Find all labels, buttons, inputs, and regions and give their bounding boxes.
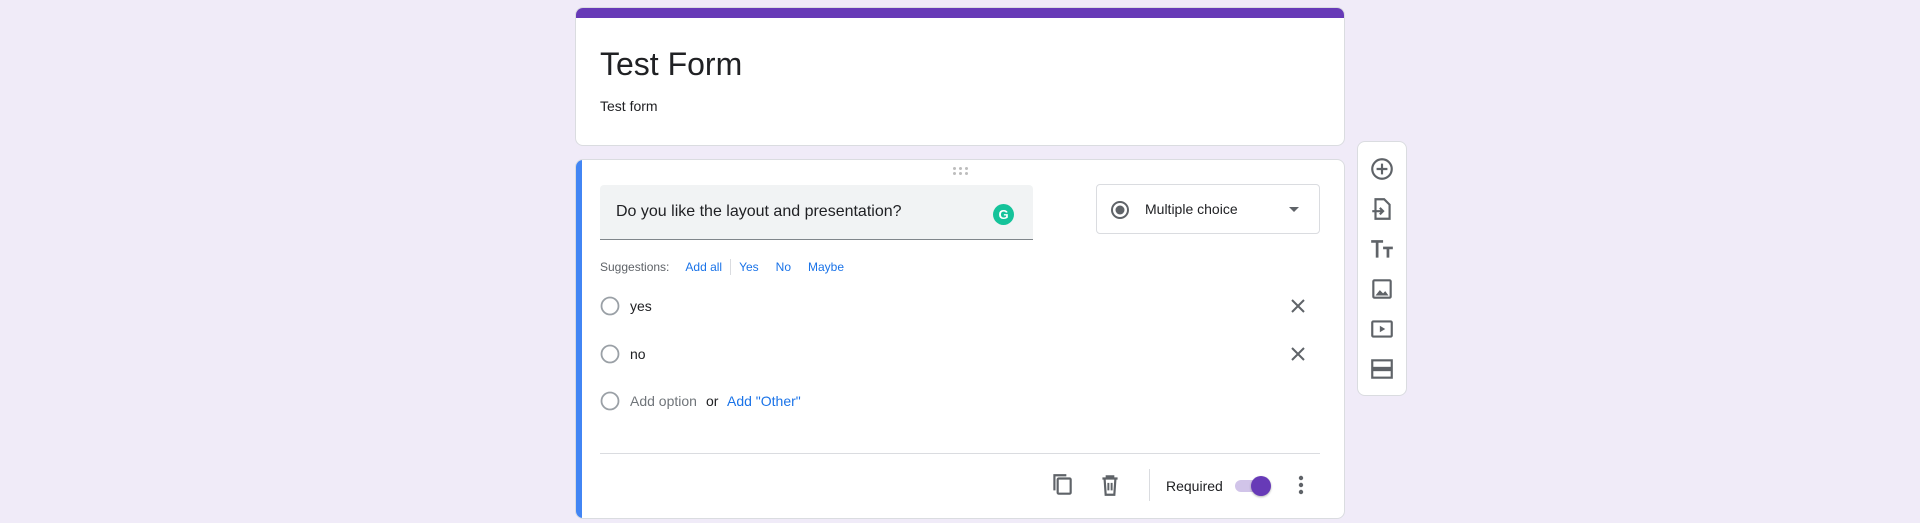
radio-checked-icon: [1111, 201, 1129, 219]
add-option-button[interactable]: Add option: [630, 393, 697, 409]
question-card[interactable]: Do you like the layout and presentation?…: [575, 159, 1345, 519]
add-other-button[interactable]: Add "Other": [727, 393, 801, 409]
suggestion-yes[interactable]: Yes: [739, 260, 759, 274]
question-title-input[interactable]: Do you like the layout and presentation?…: [600, 185, 1033, 240]
duplicate-icon[interactable]: [1049, 472, 1075, 498]
suggestions-bar: Suggestions: Add all Yes No Maybe: [600, 259, 861, 275]
suggestion-maybe[interactable]: Maybe: [808, 260, 844, 274]
header-accent-bar: [576, 8, 1344, 18]
or-label: or: [706, 393, 719, 409]
question-type-dropdown[interactable]: Multiple choice: [1096, 184, 1320, 234]
footer-vertical-divider: [1149, 469, 1150, 501]
grammarly-icon[interactable]: G: [993, 204, 1014, 225]
option-input[interactable]: no: [630, 346, 646, 362]
import-questions-icon[interactable]: [1369, 196, 1395, 222]
form-title[interactable]: Test Form: [600, 46, 742, 83]
option-row: yes: [600, 291, 1320, 321]
more-vert-icon[interactable]: [1289, 473, 1313, 497]
add-section-icon[interactable]: [1369, 356, 1395, 382]
form-description[interactable]: Test form: [600, 98, 658, 114]
delete-icon[interactable]: [1097, 472, 1123, 498]
add-image-icon[interactable]: [1369, 276, 1395, 302]
option-input[interactable]: yes: [630, 298, 652, 314]
required-toggle[interactable]: [1233, 476, 1271, 496]
floating-toolbar: [1357, 141, 1407, 396]
add-option-row: Add option or Add "Other": [600, 386, 1320, 416]
remove-option-icon[interactable]: [1288, 296, 1308, 316]
suggestions-label: Suggestions:: [600, 260, 670, 274]
active-card-indicator: [576, 160, 582, 518]
chevron-down-icon: [1289, 207, 1299, 212]
form-header-card: Test Form Test form: [575, 7, 1345, 146]
footer-divider: [600, 453, 1320, 454]
toggle-knob: [1251, 476, 1271, 496]
suggestion-divider: [730, 259, 732, 275]
required-label: Required: [1166, 478, 1223, 494]
add-title-icon[interactable]: [1369, 236, 1395, 262]
option-row: no: [600, 339, 1320, 369]
drag-handle-icon[interactable]: [953, 167, 969, 175]
suggestion-no[interactable]: No: [776, 260, 791, 274]
remove-option-icon[interactable]: [1288, 344, 1308, 364]
suggestion-add-all[interactable]: Add all: [685, 260, 722, 274]
radio-unchecked-icon: [600, 296, 620, 316]
radio-unchecked-icon: [600, 391, 620, 411]
question-title-text: Do you like the layout and presentation?: [616, 203, 902, 220]
add-video-icon[interactable]: [1369, 316, 1395, 342]
radio-unchecked-icon: [600, 344, 620, 364]
add-question-icon[interactable]: [1369, 156, 1395, 182]
question-type-label: Multiple choice: [1145, 201, 1238, 217]
